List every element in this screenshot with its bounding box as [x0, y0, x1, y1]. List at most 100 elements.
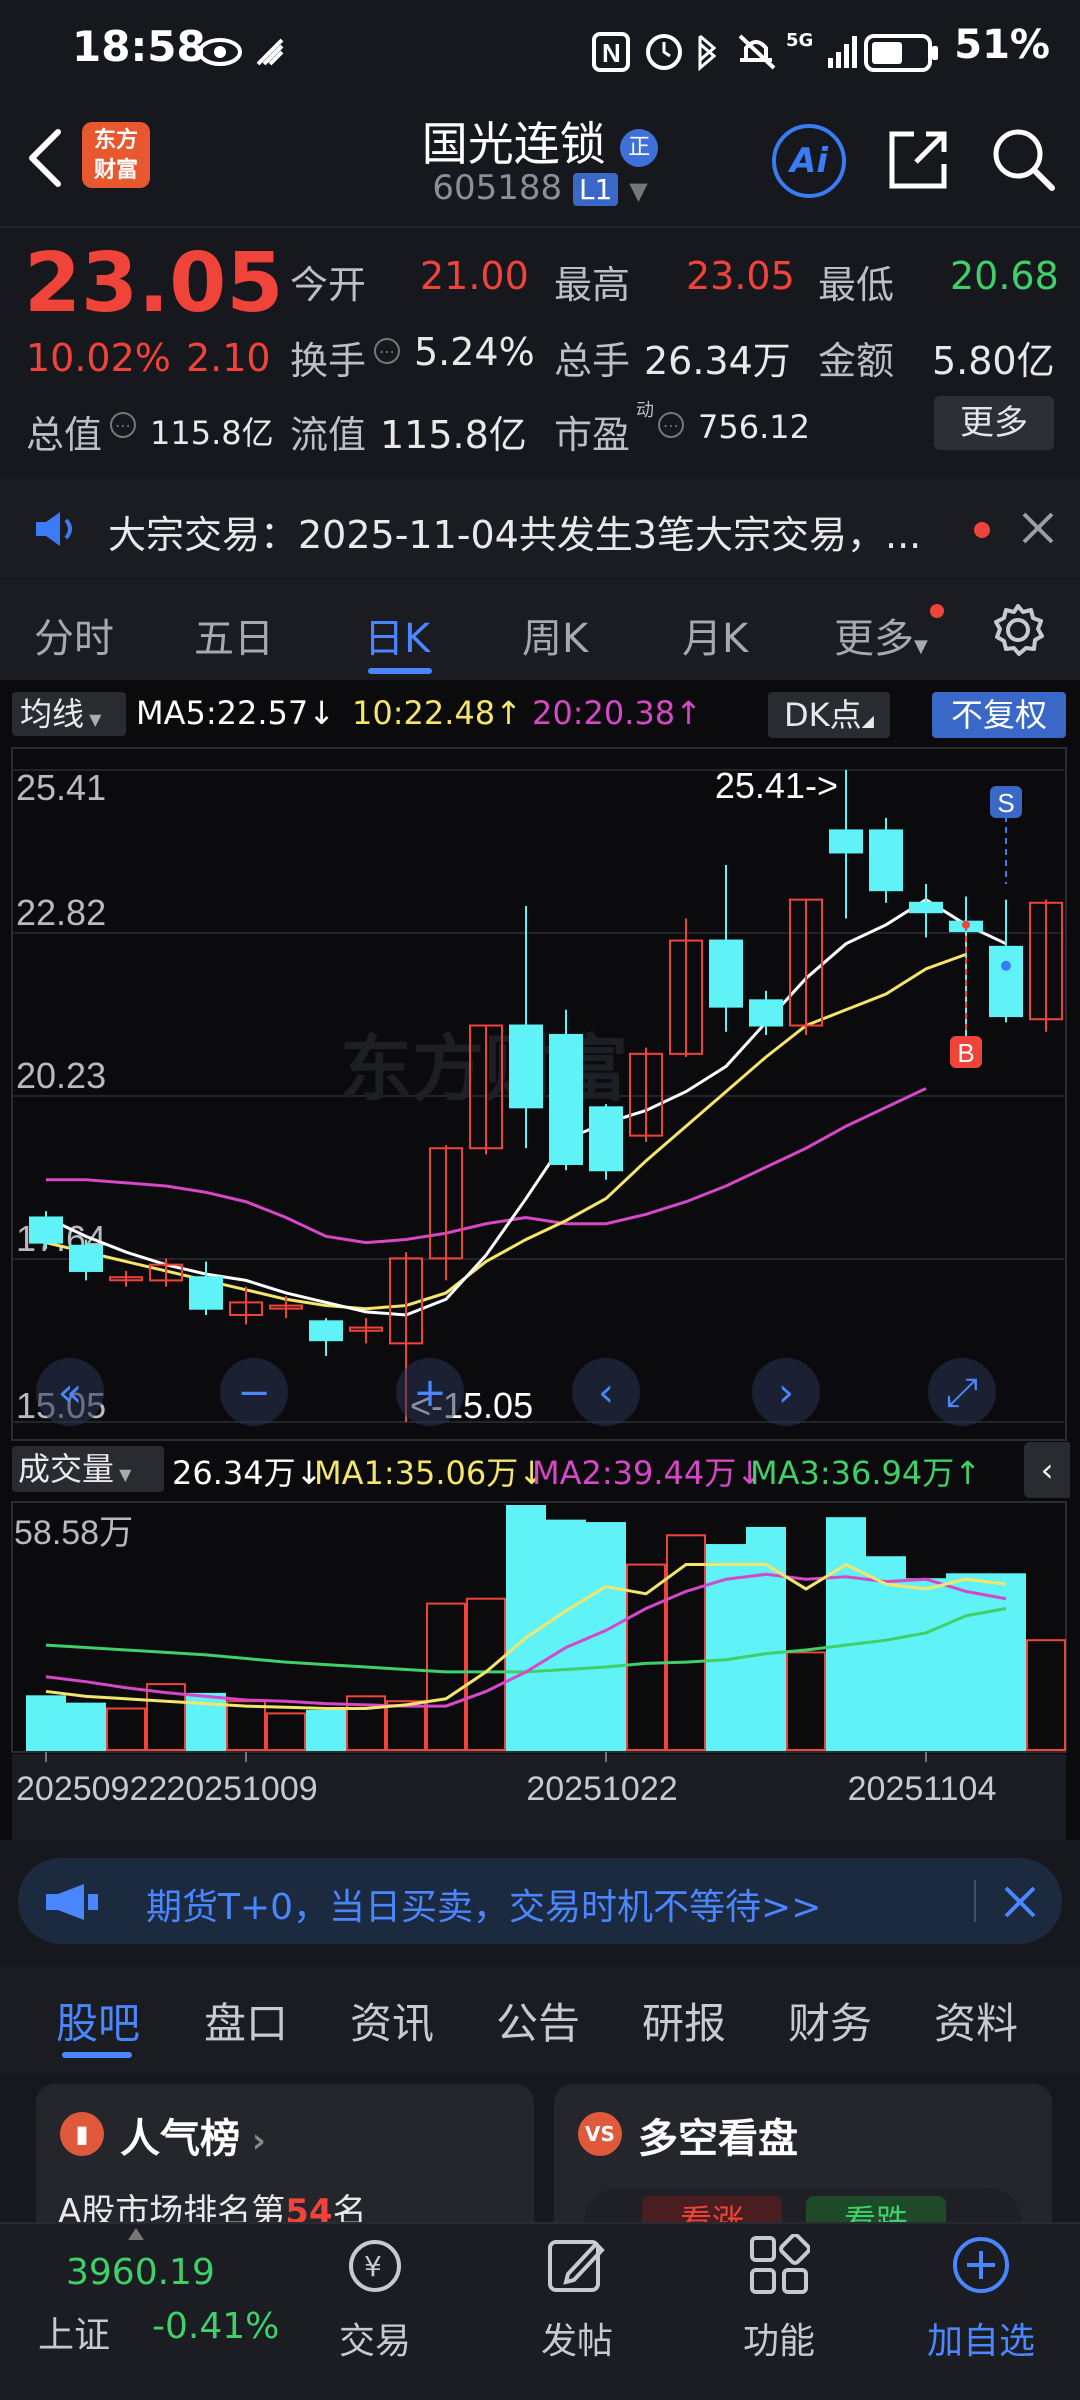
corner-icon: ◢	[861, 711, 874, 730]
fullscreen-icon[interactable]: ⤢	[928, 1358, 996, 1426]
index-name[interactable]: 上证	[38, 2306, 110, 2358]
volume-bar	[1026, 1639, 1066, 1751]
header-divider	[0, 226, 1080, 228]
kline-chart[interactable]: 25.4122.8220.2317.6415.05东方财富25.41-><-15…	[0, 744, 1080, 1444]
candle-body	[709, 939, 743, 1008]
volume-bar	[946, 1573, 986, 1751]
date-label: 20251104	[848, 1770, 997, 1808]
info-icon[interactable]: ⋯	[658, 412, 684, 438]
max-price-note: 25.41->	[715, 765, 838, 806]
candle-body	[309, 1320, 343, 1342]
popularity-title-text: 人气榜	[120, 2116, 240, 2162]
turnover-value: 5.24%	[414, 330, 535, 374]
volume-bar	[266, 1712, 306, 1751]
tab-guba[interactable]: 股吧	[56, 1990, 140, 2051]
index-change[interactable]: -0.41%	[152, 2306, 279, 2347]
popularity-card[interactable]: ▮ 人气榜 › A股市场排名第54名	[36, 2084, 534, 2244]
ma10-value: 10:22.48	[352, 694, 496, 732]
indicator-selector[interactable]: 成交量 ▼	[12, 1446, 164, 1492]
ma5-legend: MA5:22.57↓	[136, 694, 336, 732]
next-icon[interactable]: ›	[752, 1358, 820, 1426]
post-edit-icon[interactable]	[546, 2234, 608, 2296]
prev-icon[interactable]: ‹	[572, 1358, 640, 1426]
adjust-button[interactable]: 不复权	[932, 692, 1066, 738]
volume-bar	[746, 1526, 786, 1751]
futures-banner[interactable]: 期货T+0，当日买卖，交易时机不等待>>	[18, 1858, 1062, 1944]
tab-profile[interactable]: 资料	[934, 1990, 1018, 2051]
tab-pankou[interactable]: 盘口	[204, 1990, 288, 2051]
candle-body	[749, 999, 783, 1027]
zoom-out-icon[interactable]: −	[220, 1358, 288, 1426]
volume-bar	[306, 1709, 346, 1752]
search-icon[interactable]	[990, 126, 1056, 192]
rewind-icon[interactable]: «	[36, 1358, 104, 1426]
tab-monthly-k[interactable]: 月K	[682, 606, 748, 664]
dk-point-button[interactable]: DK点◢	[768, 692, 890, 738]
sell-point-dot	[1001, 960, 1011, 971]
candle-body	[509, 1024, 543, 1109]
turnover-label: 换手	[290, 339, 367, 383]
indicator-label: 成交量	[18, 1450, 115, 1488]
bull-bear-card[interactable]: VS 多空看盘 看涨 看跌	[554, 2084, 1052, 2244]
tab-research[interactable]: 研报	[642, 1990, 726, 2051]
info-icon[interactable]: ⋯	[374, 338, 400, 364]
tab-more-dot	[930, 604, 944, 618]
high-label: 最高	[554, 263, 631, 307]
unread-dot	[974, 522, 990, 538]
tab-more[interactable]: 更多▼	[834, 606, 928, 664]
add-watchlist-icon[interactable]	[950, 2234, 1012, 2296]
nav-function[interactable]: 功能	[679, 2312, 879, 2364]
function-grid-icon[interactable]	[748, 2234, 810, 2296]
candle-body	[549, 1033, 583, 1165]
collapse-chevron-icon[interactable]: ‹	[1024, 1442, 1070, 1498]
low-label: 最低	[818, 263, 895, 307]
speaker-icon	[36, 512, 72, 546]
buy-marker-text: B	[957, 1038, 974, 1068]
ma10-line	[45, 952, 967, 1311]
volume-value: 26.34万	[644, 339, 791, 383]
gear-icon[interactable]	[990, 602, 1046, 658]
info-icon[interactable]: ⋯	[110, 412, 136, 438]
ma10-legend: 10:22.48↑	[352, 694, 522, 732]
volume-bar	[666, 1534, 706, 1751]
more-quote-button[interactable]: 更多	[934, 396, 1054, 450]
ai-button[interactable]: Ai	[772, 124, 846, 198]
zoom-in-icon[interactable]: +	[396, 1358, 464, 1426]
svg-text:N: N	[602, 38, 621, 68]
candle-body	[189, 1276, 223, 1310]
tab-intraday[interactable]: 分时	[34, 606, 114, 664]
tab-daily-k[interactable]: 日K	[364, 606, 430, 664]
chevron-down-icon: ▼	[629, 177, 648, 205]
y-tick-label: 25.41	[16, 767, 106, 808]
y-tick-label: 20.23	[16, 1055, 106, 1096]
tab-announcements[interactable]: 公告	[496, 1990, 580, 2051]
change-amount: 2.10	[186, 336, 271, 380]
index-value[interactable]: 3960.19	[66, 2252, 215, 2293]
nav-trade[interactable]: 交易	[275, 2312, 475, 2364]
date-label: 20251022	[526, 1770, 677, 1808]
active-lower-tab-indicator	[62, 2052, 132, 2058]
tab-weekly-k[interactable]: 周K	[522, 606, 588, 664]
trade-icon[interactable]: ¥	[342, 2236, 408, 2296]
close-icon[interactable]	[1020, 510, 1056, 546]
volume-bar	[66, 1702, 106, 1751]
volume-bar	[986, 1573, 1026, 1751]
tab-five-day[interactable]: 五日	[194, 606, 274, 664]
volume-bar	[466, 1597, 506, 1751]
vol-ma3-legend: MA3:36.94万↑	[750, 1454, 982, 1492]
candle-body	[869, 829, 903, 892]
tab-news[interactable]: 资讯	[350, 1990, 434, 2051]
nav-post[interactable]: 发帖	[477, 2312, 677, 2364]
tab-finance[interactable]: 财务	[788, 1990, 872, 2051]
candle-body	[829, 829, 863, 854]
notice-bar[interactable]: 大宗交易：2025-11-04共发生3笔大宗交易，...	[0, 478, 1080, 578]
volume-bar	[826, 1517, 866, 1752]
close-icon[interactable]	[1002, 1884, 1038, 1920]
nav-add-watchlist[interactable]: 加自选	[881, 2312, 1080, 2364]
share-icon[interactable]	[886, 128, 950, 192]
vol-value: 26.34万	[172, 1454, 296, 1492]
ma-selector[interactable]: 均线 ▼	[12, 692, 126, 736]
battery-icon	[864, 34, 938, 72]
volume-chart[interactable]: 58.58万 20250922 20251009 20251022 20251104	[0, 1500, 1080, 1840]
candle-body	[589, 1106, 623, 1172]
